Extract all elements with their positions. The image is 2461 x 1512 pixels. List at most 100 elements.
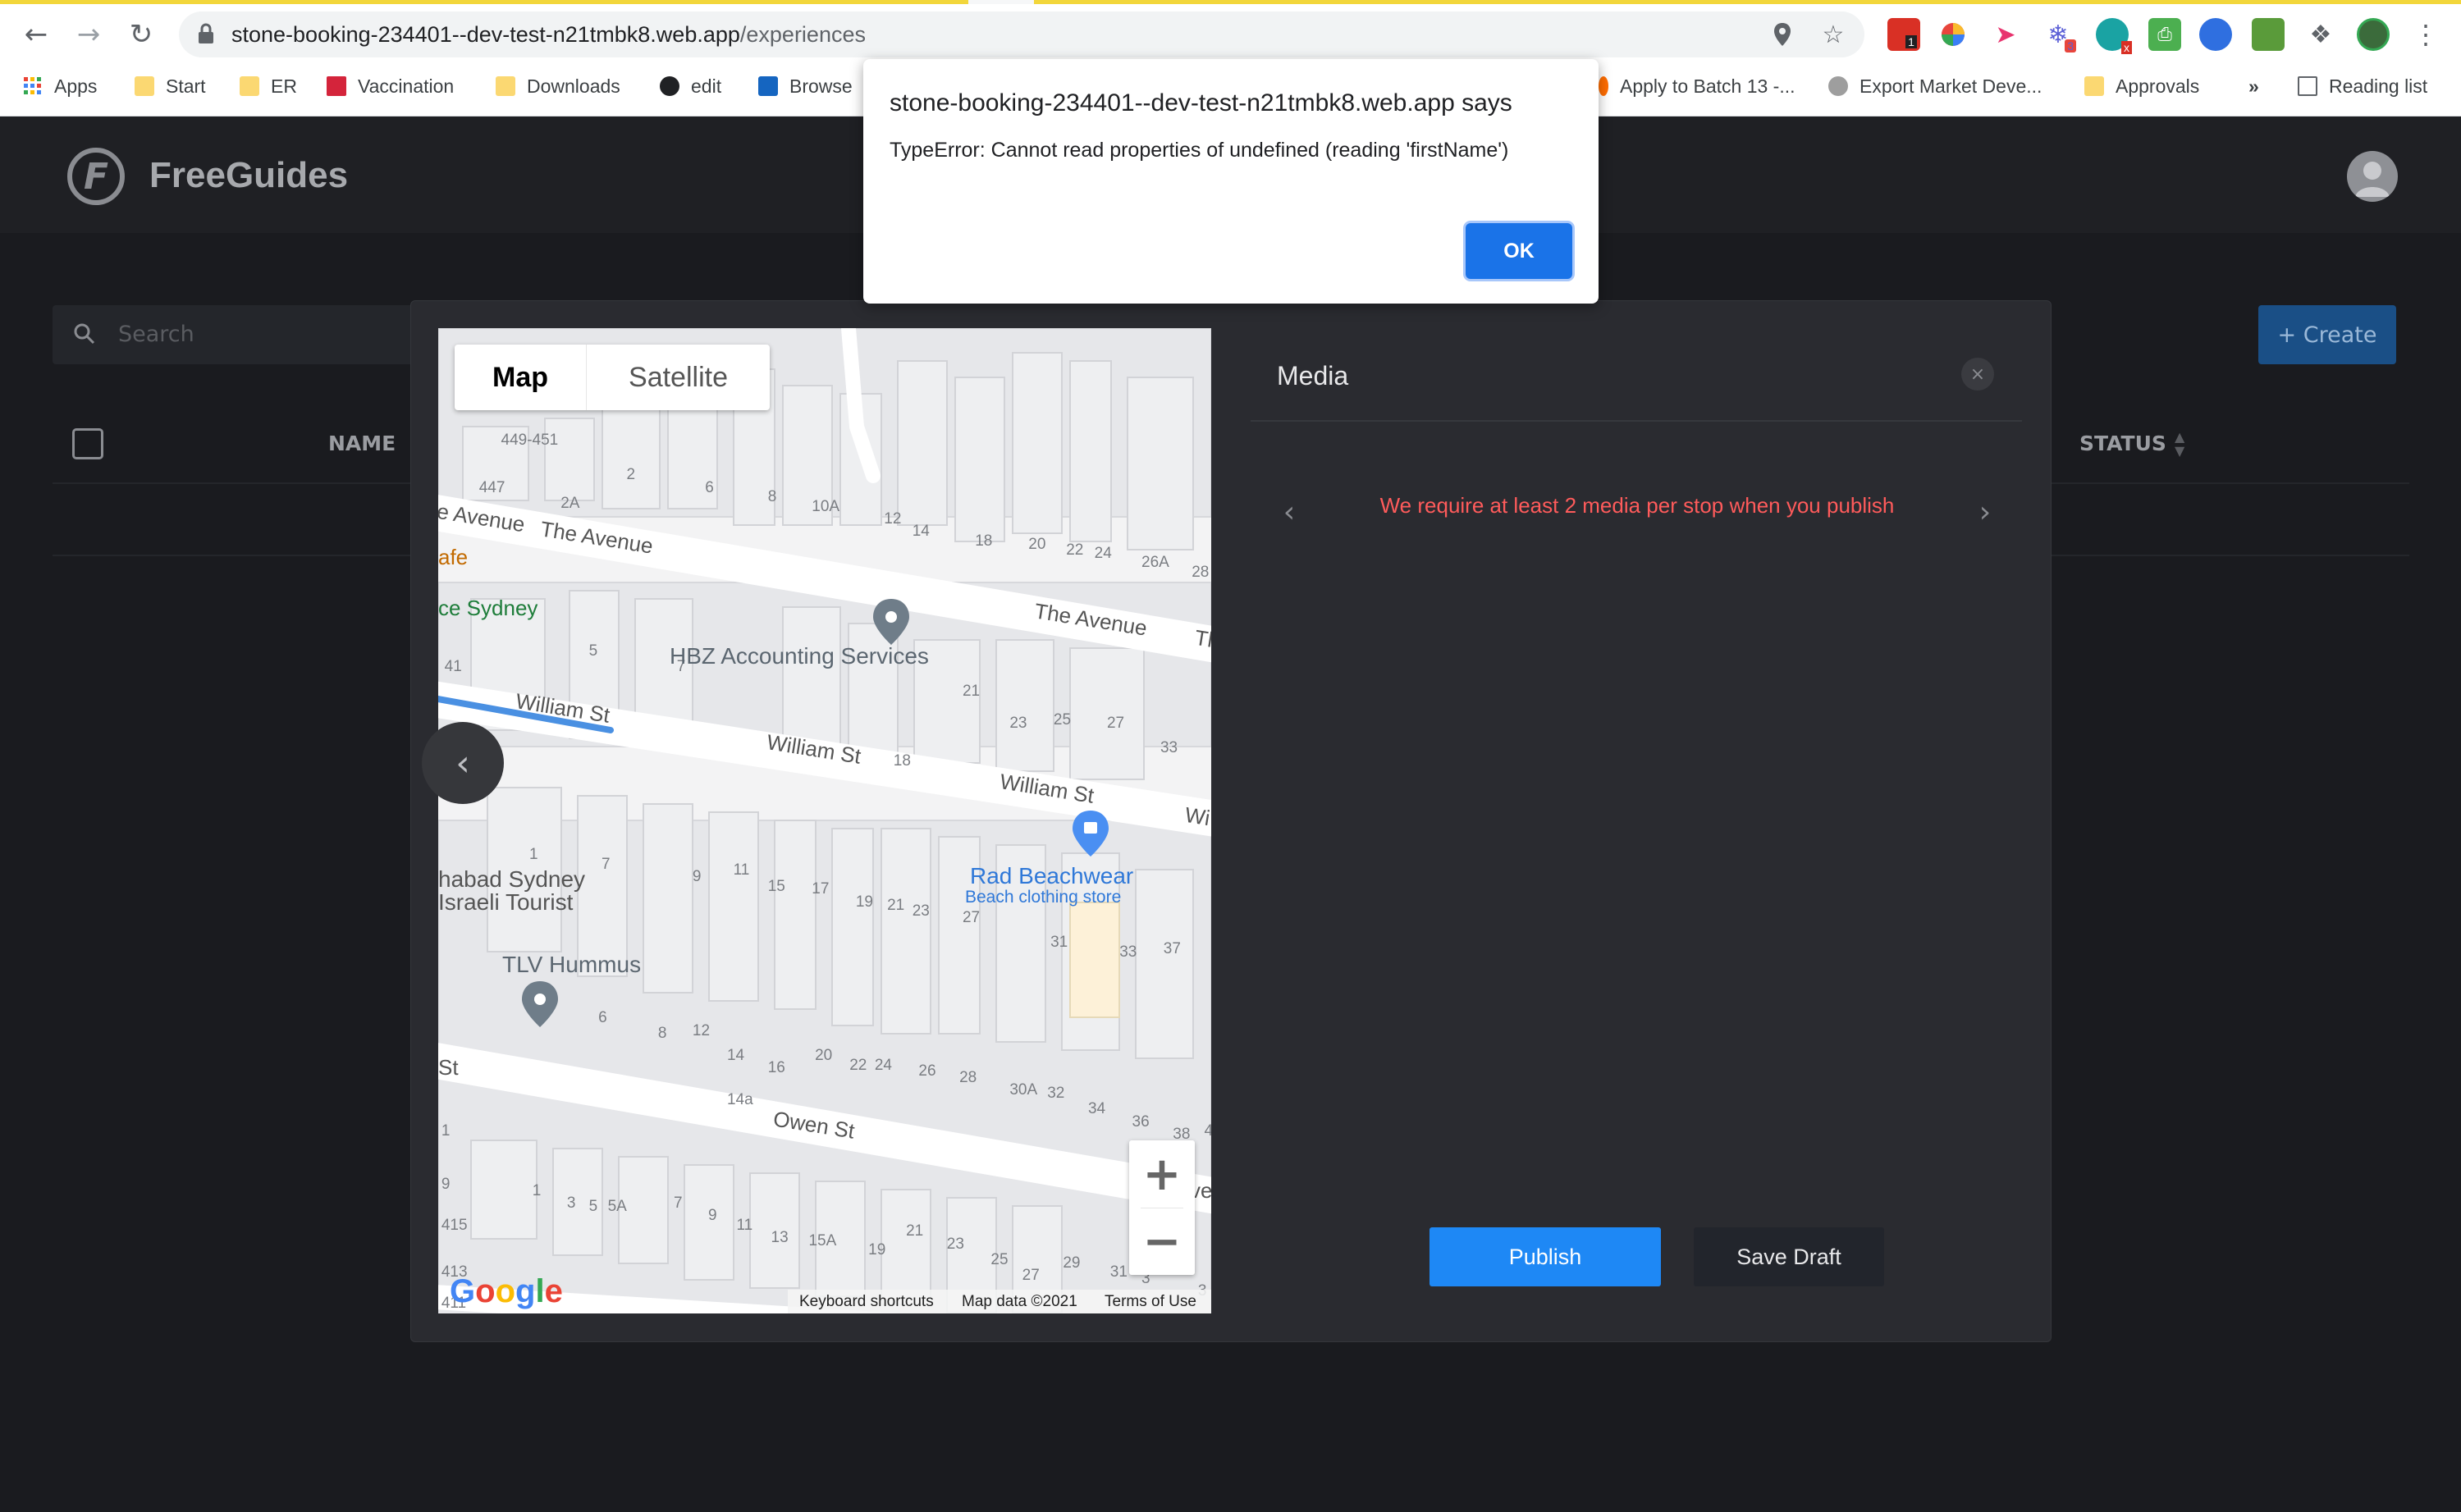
bookmark-apps[interactable]: Apps	[23, 71, 97, 102]
kebab-menu-icon[interactable]: ⋮	[2409, 18, 2442, 51]
send-extension-icon[interactable]: ➤	[1989, 18, 2022, 51]
media-divider	[1251, 420, 2022, 422]
carousel-next-icon[interactable]: ›	[1973, 494, 1997, 530]
bookmark-apply-batch[interactable]: Apply to Batch 13 -...	[1599, 71, 1795, 102]
zoom-in-button[interactable]: +	[1129, 1140, 1195, 1208]
zoom-out-button[interactable]: −	[1129, 1208, 1195, 1275]
map-street-number: 24	[1094, 544, 1112, 562]
map-street-number: 9	[692, 868, 702, 886]
map-street-number: 1	[532, 1181, 542, 1199]
location-pin-icon[interactable]	[1766, 18, 1799, 51]
map-street-number: 415	[441, 1216, 468, 1234]
map-street-number: 22	[1066, 541, 1084, 560]
map-label-sydney: ce Sydney	[438, 596, 538, 620]
publish-button[interactable]: Publish	[1429, 1227, 1661, 1286]
sort-icon[interactable]: ▲ ▼	[2175, 430, 2191, 458]
map-street-number: 27	[1106, 714, 1125, 732]
map-street-number: 8	[657, 1025, 667, 1043]
keyboard-shortcuts-link[interactable]: Keyboard shortcuts	[799, 1291, 934, 1313]
puzzle-extensions-icon[interactable]: ❖	[2304, 18, 2337, 51]
map-street-number: 14a	[726, 1090, 753, 1108]
user-avatar[interactable]	[2347, 151, 2398, 202]
close-icon[interactable]: ×	[1961, 358, 1994, 391]
search-input[interactable]	[53, 305, 430, 364]
map-view[interactable]: 455131591111A17212325272931449-4514472A2…	[438, 328, 1211, 1313]
reading-list-icon	[2298, 76, 2317, 96]
map-street-number: 5	[588, 642, 598, 660]
map-label-st: St	[438, 1055, 459, 1080]
reading-list-button[interactable]: Reading list	[2298, 71, 2427, 102]
map-street-number: 5	[588, 1197, 598, 1215]
logo-letter: F	[83, 155, 109, 198]
map-street-number: 8	[767, 488, 777, 506]
map-street-number: 14	[912, 523, 930, 541]
save-draft-button[interactable]: Save Draft	[1694, 1227, 1884, 1286]
terms-link[interactable]: Terms of Use	[1105, 1291, 1196, 1313]
search-placeholder: Search	[118, 322, 194, 347]
chevron-left-icon: ‹	[455, 742, 470, 784]
map-street-number: 2A	[560, 494, 580, 512]
map-street-number: 19	[868, 1241, 886, 1259]
map-street-number: 16	[767, 1059, 785, 1077]
map-label-william: Wi	[1182, 802, 1211, 831]
print-extension-icon[interactable]: ⎙	[2148, 18, 2181, 51]
bookmarks-overflow-button[interactable]: »	[2248, 71, 2259, 102]
bookmark-er[interactable]: ER	[240, 71, 297, 102]
globe-extension-icon[interactable]	[2199, 18, 2232, 51]
map-street-number: 21	[962, 683, 981, 701]
lock-icon[interactable]	[197, 23, 215, 44]
map-label-rad-beachwear[interactable]: Rad Beachwear	[970, 863, 1133, 889]
search-icon	[74, 323, 95, 345]
column-header-name[interactable]: NAME	[328, 430, 396, 458]
snowflake-extension-icon[interactable]: ❄ 3	[2042, 18, 2076, 53]
google-logo[interactable]: Google	[450, 1273, 563, 1309]
map-street-number: 27	[962, 908, 981, 926]
map-street-number: 18	[893, 751, 911, 770]
vaccination-icon	[327, 76, 346, 96]
map-label-cafe: afe	[438, 545, 469, 569]
column-header-status[interactable]: STATUS	[2079, 430, 2166, 458]
map-street-number: 41	[444, 657, 462, 675]
map-type-map-button[interactable]: Map	[455, 345, 586, 410]
back-icon[interactable]: ←	[16, 15, 56, 54]
forward-icon[interactable]: →	[69, 15, 108, 54]
alert-ok-button[interactable]: OK	[1466, 223, 1572, 279]
map-street-number: 30A	[1009, 1081, 1038, 1099]
map-label-hbz[interactable]: HBZ Accounting Services	[670, 643, 929, 669]
map-street-number: 24	[874, 1056, 892, 1074]
bookmark-vaccination[interactable]: Vaccination	[327, 71, 454, 102]
bookmark-browse[interactable]: Browse	[758, 71, 853, 102]
map-street-number: 12	[884, 509, 902, 528]
folder-icon	[496, 76, 515, 96]
wallet-extension-icon[interactable]	[2252, 18, 2285, 51]
map-street-number: 28	[959, 1068, 977, 1086]
map-street-number: 25	[990, 1250, 1009, 1268]
star-icon[interactable]: ☆	[1817, 18, 1850, 51]
url-text[interactable]: stone-booking-234401--dev-test-n21tmbk8.…	[231, 16, 866, 53]
map-street-number: 449-451	[501, 432, 559, 450]
map-street-number: 2	[626, 466, 636, 484]
swap-extension-icon[interactable]: x	[2096, 18, 2132, 54]
bookmark-downloads[interactable]: Downloads	[496, 71, 620, 102]
bookmark-approvals[interactable]: Approvals	[2084, 71, 2199, 102]
map-street-number: 6	[705, 478, 714, 496]
carousel-prev-icon[interactable]: ‹	[1277, 494, 1301, 530]
bookmark-export-market[interactable]: Export Market Deve...	[1828, 71, 2042, 102]
color-wheel-extension-icon[interactable]	[1937, 18, 1969, 51]
map-data-text: Map data ©2021	[962, 1293, 1077, 1310]
bookmark-start[interactable]: Start	[135, 71, 206, 102]
reload-icon[interactable]: ↻	[121, 15, 161, 54]
create-button[interactable]: + Create	[2258, 305, 2396, 364]
map-street-number: 13	[771, 1229, 789, 1247]
map-label-tlv-hummus[interactable]: TLV Hummus	[502, 952, 641, 978]
calendar-extension-icon[interactable]: 1	[1887, 18, 1920, 51]
bookmark-edit[interactable]: edit	[660, 71, 721, 102]
map-street-number: 1	[441, 1121, 451, 1140]
brand-name[interactable]: FreeGuides	[149, 153, 348, 199]
alert-message: TypeError: Cannot read properties of und…	[890, 139, 1509, 162]
select-all-checkbox[interactable]	[72, 428, 103, 459]
profile-avatar-icon[interactable]	[2357, 18, 2390, 51]
map-type-satellite-button[interactable]: Satellite	[586, 345, 770, 410]
map-canvas[interactable]	[438, 328, 1211, 1313]
map-street-number: 37	[1163, 940, 1181, 958]
